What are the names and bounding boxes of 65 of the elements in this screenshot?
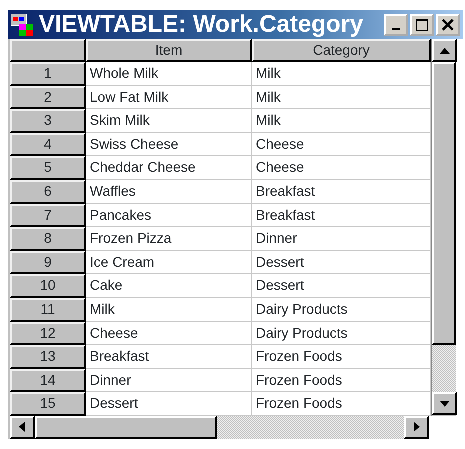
minimize-icon	[392, 28, 400, 30]
up-arrow-icon	[440, 48, 450, 54]
left-arrow-icon	[19, 422, 26, 432]
row-number[interactable]: 7	[10, 204, 86, 228]
maximize-icon	[415, 18, 429, 32]
down-arrow-icon	[440, 400, 450, 406]
table-cell: Dairy Products	[252, 322, 431, 346]
maximize-button[interactable]	[410, 14, 434, 36]
table-cell: Dinner	[252, 227, 431, 251]
app-icon	[11, 14, 35, 36]
table-cell: Milk	[252, 86, 431, 110]
row-number[interactable]: 1	[10, 62, 86, 86]
table-cell: Ice Cream	[86, 250, 252, 274]
table-cell: Frozen Foods	[252, 392, 431, 416]
table-cell: Cake	[86, 274, 252, 298]
row-number[interactable]: 9	[10, 250, 86, 274]
window-title: VIEWTABLE: Work.Category	[39, 12, 364, 36]
table-cell: Frozen Foods	[252, 345, 431, 369]
scroll-right-button[interactable]	[404, 416, 429, 439]
table-cell: Dessert	[86, 392, 252, 416]
table-cell: Dessert	[252, 274, 431, 298]
table-cell: Whole Milk	[86, 62, 252, 86]
table-cell: Breakfast	[252, 204, 431, 228]
table-cell: Frozen Pizza	[86, 227, 252, 251]
row-number[interactable]: 3	[10, 109, 86, 133]
row-number[interactable]: 4	[10, 132, 86, 156]
scroll-down-button[interactable]	[432, 392, 457, 415]
table-cell: Cheese	[86, 322, 252, 346]
column-header[interactable]: Item	[86, 39, 252, 62]
table-cell: Dessert	[252, 250, 431, 274]
table-cell: Cheese	[252, 132, 431, 156]
table-cell: Low Fat Milk	[86, 86, 252, 110]
close-button[interactable]	[436, 14, 460, 36]
row-number[interactable]: 14	[10, 368, 86, 392]
table-cell: Milk	[252, 109, 431, 133]
row-number[interactable]: 6	[10, 180, 86, 204]
table-cell: Dinner	[86, 368, 252, 392]
table-cell: Frozen Foods	[252, 368, 431, 392]
table-cell: Cheese	[252, 156, 431, 180]
row-number[interactable]: 13	[10, 345, 86, 369]
table-cell: Swiss Cheese	[86, 132, 252, 156]
table-cell: Breakfast	[86, 345, 252, 369]
close-icon	[441, 18, 455, 32]
row-number[interactable]: 5	[10, 156, 86, 180]
row-number[interactable]: 15	[10, 392, 86, 416]
table-cell: Cheddar Cheese	[86, 156, 252, 180]
table-cell: Dairy Products	[252, 298, 431, 322]
minimize-button[interactable]	[384, 14, 408, 36]
scroll-left-button[interactable]	[10, 416, 35, 439]
table-cell: Breakfast	[252, 180, 431, 204]
table-cell: Milk	[252, 62, 431, 86]
vertical-scroll-thumb[interactable]	[432, 62, 456, 345]
row-number[interactable]: 12	[10, 322, 86, 346]
row-number[interactable]: 2	[10, 86, 86, 110]
row-number[interactable]: 11	[10, 298, 86, 322]
right-arrow-icon	[414, 422, 420, 432]
row-number[interactable]: 8	[10, 227, 86, 251]
table-cell: Milk	[86, 298, 252, 322]
row-number[interactable]: 10	[10, 274, 86, 298]
table-cell: Pancakes	[86, 204, 252, 228]
table-cell: Skim Milk	[86, 109, 252, 133]
horizontal-scroll-thumb[interactable]	[34, 416, 218, 439]
scroll-up-button[interactable]	[432, 39, 457, 62]
table-cell: Waffles	[86, 180, 252, 204]
column-header[interactable]: Category	[252, 39, 431, 62]
